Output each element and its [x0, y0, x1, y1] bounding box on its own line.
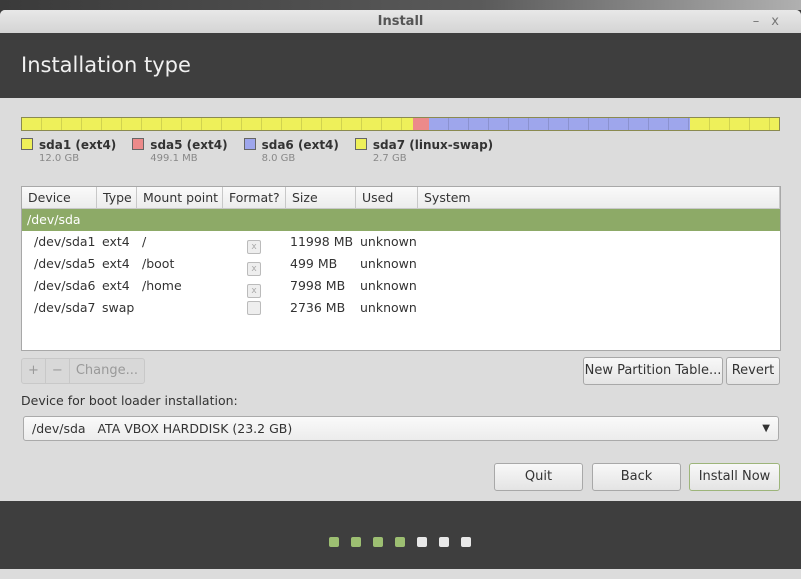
cell-type: ext4	[102, 256, 130, 271]
legend-item: sda6 (ext4) 8.0 GB	[243, 138, 339, 164]
partition-segment-sda5	[413, 118, 430, 130]
cell-size: 499 MB	[290, 256, 338, 271]
column-header-system[interactable]: System	[418, 187, 780, 208]
legend-name: sda1 (ext4)	[39, 138, 117, 152]
desktop-background	[0, 0, 801, 10]
bootloader-device-select[interactable]: /dev/sda ATA VBOX HARDDISK (23.2 GB) ▼	[23, 416, 779, 441]
partition-table: Device Type Mount point Format? Size Used Syst…	[21, 186, 781, 351]
install-now-button[interactable]: Install Now	[689, 463, 780, 491]
quit-button[interactable]: Quit	[494, 463, 583, 491]
format-checkbox[interactable]: x	[247, 262, 261, 276]
window-title: Install	[377, 14, 424, 29]
back-button[interactable]: Back	[592, 463, 681, 491]
step-dot-done	[373, 537, 383, 547]
partition-bar	[21, 117, 780, 131]
legend-item: sda1 (ext4) 12.0 GB	[21, 138, 116, 164]
install-window: Install –x Installation type sda1 (ext4)…	[0, 10, 801, 579]
format-checkbox[interactable]: x	[247, 240, 261, 254]
legend-size: 8.0 GB	[261, 153, 296, 164]
legend-swatch	[132, 138, 145, 150]
step-dot-done	[329, 537, 339, 547]
cell-mount	[142, 297, 247, 319]
step-dot-done	[351, 537, 361, 547]
progress-footer	[0, 501, 801, 569]
page-title: Installation type	[21, 53, 191, 77]
cell-device: /dev/sda1	[34, 234, 96, 249]
step-indicator	[329, 537, 483, 547]
legend-size: 2.7 GB	[372, 153, 407, 164]
new-partition-table-button[interactable]: New Partition Table...	[583, 357, 723, 385]
cell-device: /dev/sda7	[34, 300, 96, 315]
column-header-size[interactable]: Size	[286, 187, 356, 208]
cell-mount: /home	[142, 278, 182, 293]
remove-partition-button[interactable]: −	[46, 359, 70, 383]
legend-name: sda5 (ext4)	[150, 138, 228, 152]
cell-device: /dev/sda5	[34, 256, 96, 271]
partition-legend: sda1 (ext4) 12.0 GB sda5 (ext4) 499.1 MB sda…	[21, 138, 509, 164]
cell-type: swap	[102, 300, 135, 315]
legend-swatch	[354, 138, 367, 150]
partition-segment-sda6	[429, 118, 691, 130]
content-area: sda1 (ext4) 12.0 GB sda5 (ext4) 499.1 MB sda…	[0, 98, 801, 511]
step-dot-pending	[439, 537, 449, 547]
cell-size: 2736 MB	[290, 300, 346, 315]
cell-type: ext4	[102, 234, 130, 249]
add-partition-button[interactable]: +	[22, 359, 46, 383]
bootloader-label: Device for boot loader installation:	[21, 393, 238, 408]
legend-item: sda5 (ext4) 499.1 MB	[132, 138, 228, 164]
format-checkbox[interactable]	[247, 301, 261, 315]
cell-size: 7998 MB	[290, 278, 346, 293]
legend-name: sda7 (linux-swap)	[372, 138, 494, 152]
page-header: Installation type	[0, 33, 801, 98]
format-checkbox[interactable]: x	[247, 284, 261, 298]
title-bar: Install –x	[0, 10, 801, 33]
cell-used: unknown	[360, 256, 417, 271]
close-icon[interactable]: x	[771, 14, 791, 29]
cell-mount: /	[142, 234, 147, 249]
table-row[interactable]: /dev/sda1 ext4 / x 11998 MB unknown	[22, 231, 780, 254]
legend-swatch	[21, 138, 33, 150]
step-dot-pending	[461, 537, 471, 547]
cell-used: unknown	[360, 234, 417, 249]
column-header-mount-point[interactable]: Mount point	[137, 187, 223, 208]
column-header-used[interactable]: Used	[356, 187, 418, 208]
bootloader-device-value: /dev/sda ATA VBOX HARDDISK (23.2 GB)	[32, 421, 293, 436]
cell-type: ext4	[102, 278, 130, 293]
table-row[interactable]: /dev/sda7 swap 2736 MB unknown	[22, 297, 780, 319]
chevron-down-icon: ▼	[762, 423, 770, 434]
cell-size: 11998 MB	[290, 234, 354, 249]
column-header-device[interactable]: Device	[22, 187, 97, 208]
legend-swatch	[243, 138, 256, 150]
legend-size: 499.1 MB	[150, 153, 198, 164]
column-header-type[interactable]: Type	[97, 187, 137, 208]
minimize-icon[interactable]: –	[753, 14, 772, 29]
cell-mount: /boot	[142, 256, 175, 271]
change-partition-button[interactable]: Change...	[70, 359, 144, 383]
cell-used: unknown	[360, 300, 417, 315]
step-dot-done	[395, 537, 405, 547]
legend-size: 12.0 GB	[39, 153, 80, 164]
cell-used: unknown	[360, 278, 417, 293]
table-row[interactable]: /dev/sda5 ext4/boot x 499 MB unknown	[22, 253, 780, 276]
partition-segment-sda7	[690, 118, 779, 130]
legend-item: sda7 (linux-swap) 2.7 GB	[354, 138, 494, 164]
revert-button[interactable]: Revert	[726, 357, 780, 385]
partition-segment-sda1	[22, 118, 414, 130]
legend-name: sda6 (ext4)	[261, 138, 339, 152]
cell-device: /dev/sda6	[34, 278, 96, 293]
table-header: Device Type Mount point Format? Size Used Syst…	[22, 187, 780, 209]
table-row[interactable]: /dev/sda6 ext4/home x 7998 MB unknown	[22, 275, 780, 298]
column-header-format[interactable]: Format?	[223, 187, 286, 208]
partition-tools: + − Change...	[21, 358, 145, 384]
table-row-disk[interactable]: /dev/sda	[22, 209, 780, 231]
step-dot-pending	[417, 537, 427, 547]
